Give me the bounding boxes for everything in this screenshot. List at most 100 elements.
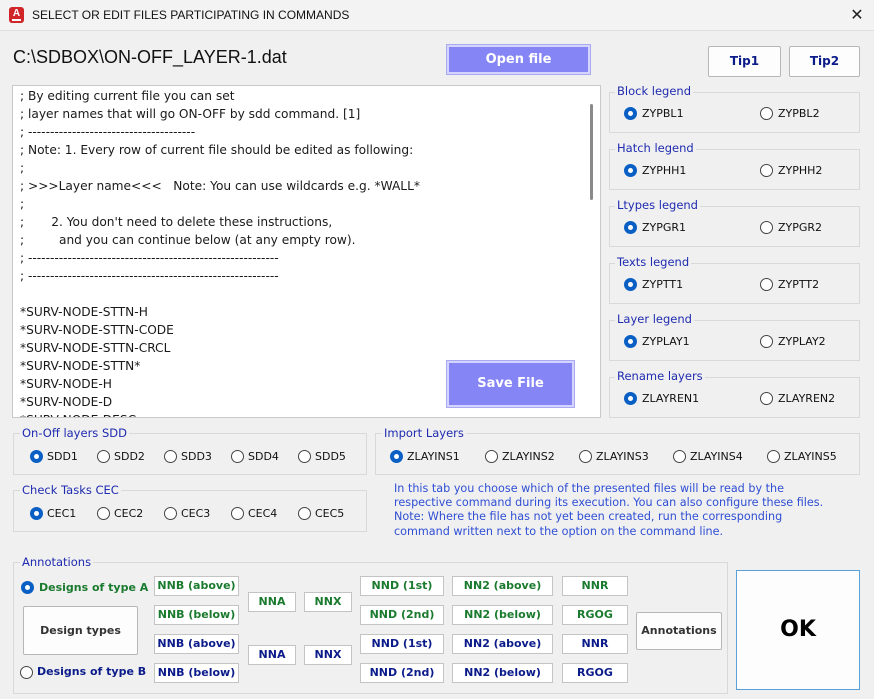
onoff-option-4[interactable]: SDD5 bbox=[315, 450, 346, 463]
close-icon[interactable]: ✕ bbox=[845, 4, 869, 26]
ok-button[interactable]: OK bbox=[736, 570, 860, 690]
legend-3-option-0[interactable]: ZYPTT1 bbox=[642, 278, 683, 291]
annotations-title: Annotations bbox=[20, 555, 94, 569]
row_a2-btn-1[interactable]: NND (2nd) bbox=[360, 605, 444, 625]
onoff-radio-3[interactable] bbox=[231, 450, 244, 463]
legend-title-1: Hatch legend bbox=[615, 141, 696, 155]
legend-5-option-0[interactable]: ZLAYREN1 bbox=[642, 392, 699, 405]
legend-3-radio-0[interactable] bbox=[624, 278, 637, 291]
import-radio-2[interactable] bbox=[579, 450, 592, 463]
cec-radio-4[interactable] bbox=[298, 507, 311, 520]
legend-title-2: Ltypes legend bbox=[615, 198, 700, 212]
row_b2-btn-2[interactable]: NN2 (below) bbox=[452, 663, 553, 683]
onoff-option-2[interactable]: SDD3 bbox=[181, 450, 212, 463]
import-option-0[interactable]: ZLAYINS1 bbox=[407, 450, 460, 463]
save-file-button[interactable]: Save File bbox=[447, 361, 574, 407]
designs-type-a-radio[interactable] bbox=[21, 581, 34, 594]
row_a2-btn-0[interactable]: NNB (below) bbox=[154, 605, 239, 625]
cec-option-3[interactable]: CEC4 bbox=[248, 507, 277, 520]
onoff-radio-2[interactable] bbox=[164, 450, 177, 463]
legend-5-option-1[interactable]: ZLAYREN2 bbox=[778, 392, 835, 405]
legend-4-option-0[interactable]: ZYPLAY1 bbox=[642, 335, 690, 348]
design-types-button[interactable]: Design types bbox=[23, 606, 138, 655]
row_b1-btn-3[interactable]: NNR bbox=[562, 634, 628, 654]
designs-type-b-label[interactable]: Designs of type B bbox=[37, 665, 146, 678]
autocad-app-icon: A bbox=[9, 7, 24, 23]
import-radio-3[interactable] bbox=[673, 450, 686, 463]
import-radio-0[interactable] bbox=[390, 450, 403, 463]
legend-0-radio-0[interactable] bbox=[624, 107, 637, 120]
cec-radio-1[interactable] bbox=[97, 507, 110, 520]
legend-0-option-1[interactable]: ZYPBL2 bbox=[778, 107, 820, 120]
onoff-option-0[interactable]: SDD1 bbox=[47, 450, 78, 463]
legend-3-option-1[interactable]: ZYPTT2 bbox=[778, 278, 819, 291]
mid_b-btn-0[interactable]: NNA bbox=[248, 645, 296, 665]
legend-4-radio-1[interactable] bbox=[760, 335, 773, 348]
cec-option-4[interactable]: CEC5 bbox=[315, 507, 344, 520]
row_a1-btn-0[interactable]: NNB (above) bbox=[154, 576, 239, 596]
legend-0-option-0[interactable]: ZYPBL1 bbox=[642, 107, 684, 120]
legend-5-radio-0[interactable] bbox=[624, 392, 637, 405]
editor-scroll-thumb[interactable] bbox=[590, 104, 593, 200]
import-layers-title: Import Layers bbox=[382, 426, 466, 440]
import-option-3[interactable]: ZLAYINS4 bbox=[690, 450, 743, 463]
row_b1-btn-2[interactable]: NN2 (above) bbox=[452, 634, 553, 654]
row_a1-btn-1[interactable]: NND (1st) bbox=[360, 576, 444, 596]
tip1-button[interactable]: Tip1 bbox=[708, 46, 781, 77]
row_b2-btn-1[interactable]: NND (2nd) bbox=[360, 663, 444, 683]
mid_a-btn-0[interactable]: NNA bbox=[248, 592, 296, 612]
designs-type-b-radio[interactable] bbox=[20, 666, 33, 679]
legend-0-radio-1[interactable] bbox=[760, 107, 773, 120]
open-file-button[interactable]: Open file bbox=[447, 45, 590, 74]
cec-radio-3[interactable] bbox=[231, 507, 244, 520]
cec-radio-2[interactable] bbox=[164, 507, 177, 520]
legend-title-0: Block legend bbox=[615, 84, 693, 98]
onoff-option-1[interactable]: SDD2 bbox=[114, 450, 145, 463]
row_b1-btn-1[interactable]: NND (1st) bbox=[360, 634, 444, 654]
legend-1-radio-1[interactable] bbox=[760, 164, 773, 177]
legend-2-radio-1[interactable] bbox=[760, 221, 773, 234]
onoff-radio-0[interactable] bbox=[30, 450, 43, 463]
cec-option-2[interactable]: CEC3 bbox=[181, 507, 210, 520]
import-option-1[interactable]: ZLAYINS2 bbox=[502, 450, 555, 463]
onoff-radio-1[interactable] bbox=[97, 450, 110, 463]
legend-title-3: Texts legend bbox=[615, 255, 692, 269]
tip2-button[interactable]: Tip2 bbox=[789, 46, 860, 77]
onoff-sdd-title: On-Off layers SDD bbox=[20, 426, 129, 440]
legend-1-option-0[interactable]: ZYPHH1 bbox=[642, 164, 686, 177]
legend-1-option-1[interactable]: ZYPHH2 bbox=[778, 164, 822, 177]
legend-2-option-1[interactable]: ZYPGR2 bbox=[778, 221, 822, 234]
cec-radio-0[interactable] bbox=[30, 507, 43, 520]
row_a2-btn-3[interactable]: RGOG bbox=[562, 605, 628, 625]
cec-option-1[interactable]: CEC2 bbox=[114, 507, 143, 520]
legend-4-radio-0[interactable] bbox=[624, 335, 637, 348]
row_a1-btn-2[interactable]: NN2 (above) bbox=[452, 576, 553, 596]
import-radio-4[interactable] bbox=[767, 450, 780, 463]
legend-4-option-1[interactable]: ZYPLAY2 bbox=[778, 335, 826, 348]
legend-2-option-0[interactable]: ZYPGR1 bbox=[642, 221, 686, 234]
legend-2-radio-0[interactable] bbox=[624, 221, 637, 234]
row_a1-btn-3[interactable]: NNR bbox=[562, 576, 628, 596]
import-option-4[interactable]: ZLAYINS5 bbox=[784, 450, 837, 463]
row_b2-btn-3[interactable]: RGOG bbox=[562, 663, 628, 683]
check-tasks-cec-title: Check Tasks CEC bbox=[20, 483, 121, 497]
import-radio-1[interactable] bbox=[485, 450, 498, 463]
onoff-radio-4[interactable] bbox=[298, 450, 311, 463]
mid_a-btn-1[interactable]: NNX bbox=[304, 592, 352, 612]
designs-type-a-label[interactable]: Designs of type A bbox=[39, 581, 148, 594]
onoff-option-3[interactable]: SDD4 bbox=[248, 450, 279, 463]
legend-3-radio-1[interactable] bbox=[760, 278, 773, 291]
row_b1-btn-0[interactable]: NNB (above) bbox=[154, 634, 239, 654]
row_a2-btn-2[interactable]: NN2 (below) bbox=[452, 605, 553, 625]
row_b2-btn-0[interactable]: NNB (below) bbox=[154, 663, 239, 683]
import-option-2[interactable]: ZLAYINS3 bbox=[596, 450, 649, 463]
annotations-button[interactable]: Annotations bbox=[636, 612, 722, 650]
legend-title-4: Layer legend bbox=[615, 312, 694, 326]
mid_b-btn-1[interactable]: NNX bbox=[304, 645, 352, 665]
legend-5-radio-1[interactable] bbox=[760, 392, 773, 405]
cec-option-0[interactable]: CEC1 bbox=[47, 507, 76, 520]
legend-1-radio-0[interactable] bbox=[624, 164, 637, 177]
legend-title-5: Rename layers bbox=[615, 369, 705, 383]
window-title: SELECT OR EDIT FILES PARTICIPATING IN CO… bbox=[32, 8, 350, 22]
editor-content[interactable]: ; By editing current file you can set ; … bbox=[20, 87, 420, 417]
